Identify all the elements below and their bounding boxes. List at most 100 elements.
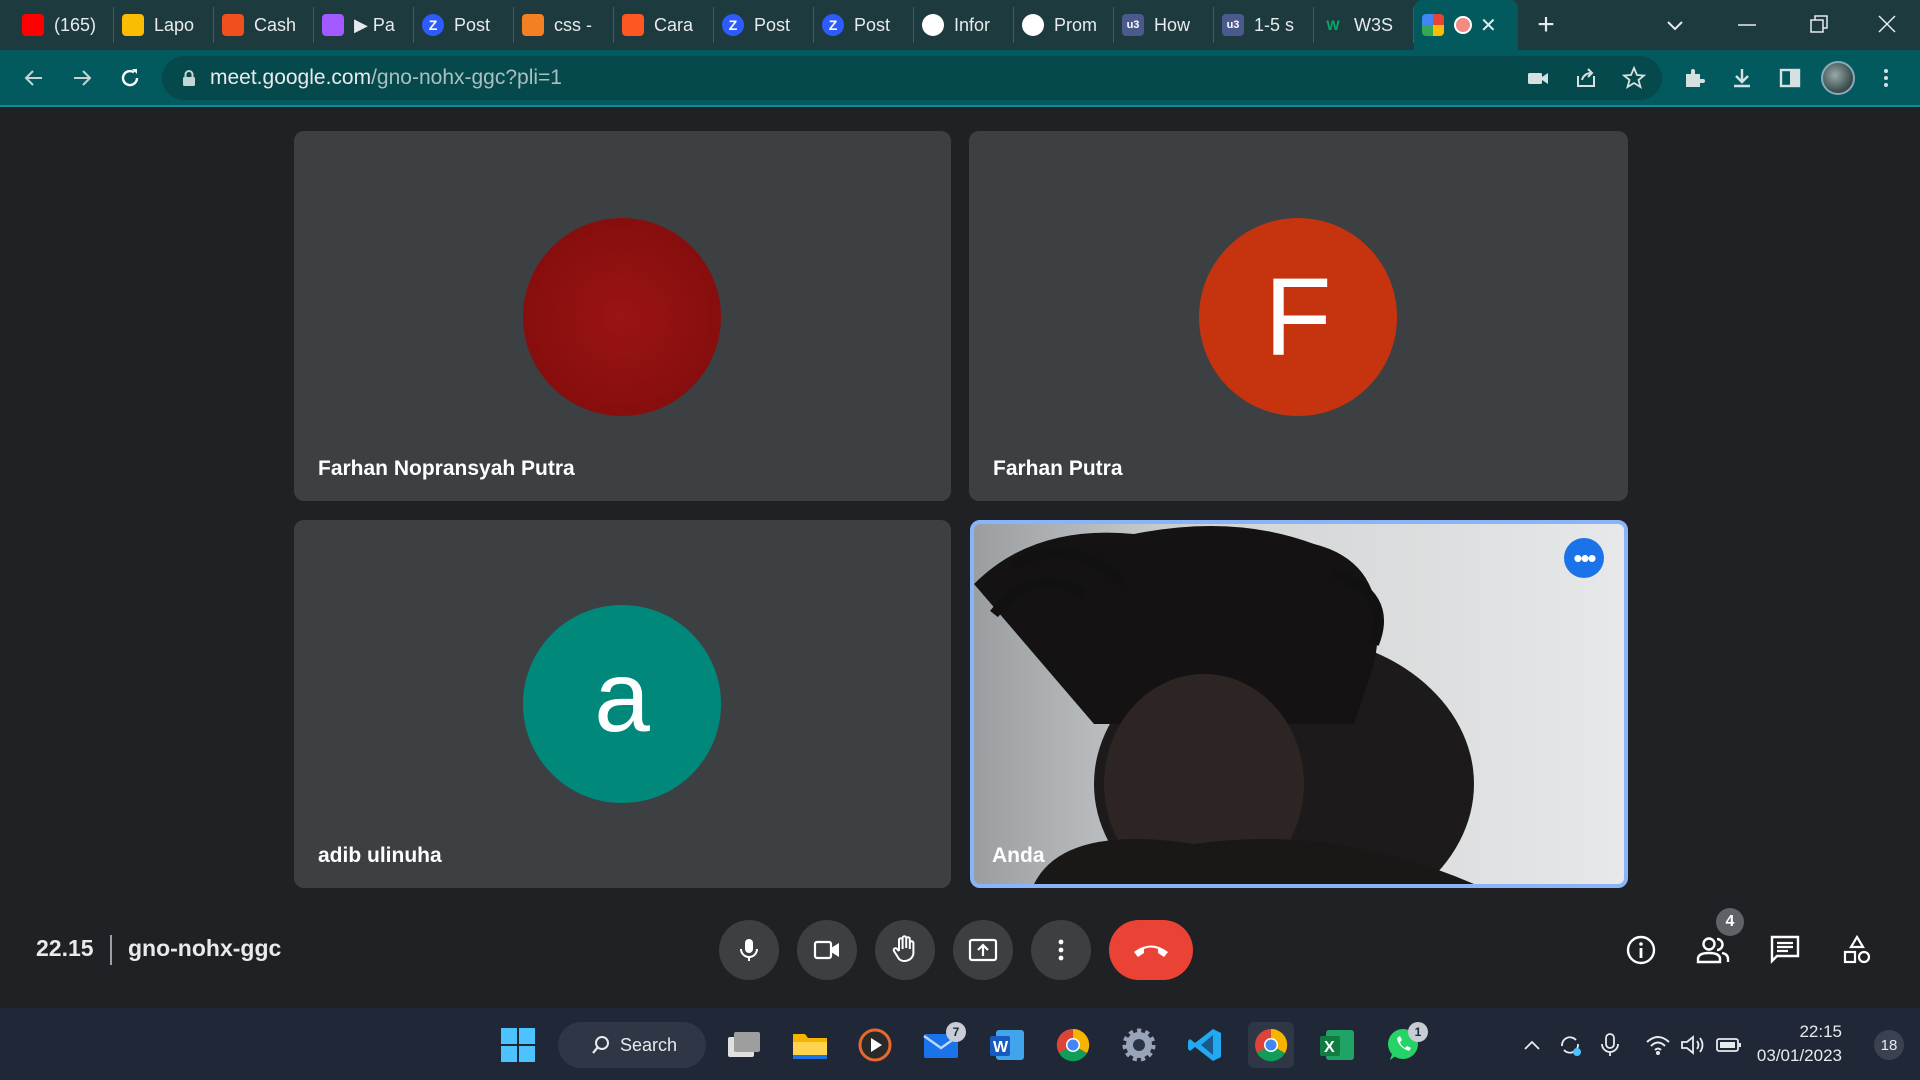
participant-name: Anda bbox=[992, 844, 1045, 867]
browser-tab[interactable]: Cara bbox=[614, 7, 714, 43]
chat-icon bbox=[1770, 935, 1800, 964]
chrome-icon[interactable] bbox=[1050, 1022, 1096, 1068]
back-button[interactable] bbox=[10, 54, 58, 102]
browser-tab[interactable]: W W3S bbox=[1314, 7, 1414, 43]
close-tab-icon[interactable]: ✕ bbox=[1480, 13, 1497, 38]
search-label: Search bbox=[620, 1034, 678, 1055]
restore-button[interactable] bbox=[1808, 0, 1832, 50]
tab-title: css - bbox=[554, 14, 592, 35]
stackoverflow-icon bbox=[522, 14, 544, 36]
windows-icon bbox=[501, 1028, 535, 1062]
wifi-icon[interactable] bbox=[1643, 1030, 1673, 1060]
profile-avatar[interactable] bbox=[1818, 58, 1858, 98]
browser-tab[interactable]: u3 1-5 s bbox=[1214, 7, 1314, 43]
forward-button[interactable] bbox=[58, 54, 106, 102]
file-explorer-icon[interactable] bbox=[787, 1022, 833, 1068]
word-icon[interactable]: W bbox=[984, 1022, 1030, 1068]
hang-up-icon bbox=[1134, 945, 1168, 957]
w3-icon: u3 bbox=[1222, 14, 1244, 36]
chrome-menu-icon[interactable] bbox=[1866, 58, 1906, 98]
extensions-icon[interactable] bbox=[1674, 58, 1714, 98]
activities-icon bbox=[1843, 934, 1871, 964]
browser-tab[interactable]: Infor bbox=[914, 7, 1014, 43]
tab-title: Prom bbox=[1054, 14, 1098, 35]
people-count-badge: 4 bbox=[1716, 908, 1744, 936]
figma-icon bbox=[322, 14, 344, 36]
participant-tile[interactable]: Farhan Nopransyah Putra bbox=[294, 131, 951, 501]
tab-title: (165) bbox=[54, 14, 97, 35]
battery-icon[interactable] bbox=[1714, 1030, 1744, 1060]
browser-tab[interactable]: css - bbox=[514, 7, 614, 43]
minimize-button[interactable] bbox=[1736, 0, 1760, 50]
people-icon bbox=[1696, 937, 1730, 964]
browser-tab[interactable]: Z Post bbox=[714, 7, 814, 43]
svg-text:W: W bbox=[993, 1039, 1009, 1056]
system-clock[interactable]: 22:15 03/01/2023 bbox=[1757, 1020, 1842, 1068]
browser-tab[interactable]: Cash bbox=[214, 7, 314, 43]
browser-tab[interactable]: Z Post bbox=[414, 7, 514, 43]
excel-icon[interactable]: X bbox=[1314, 1022, 1360, 1068]
present-screen-icon bbox=[968, 938, 998, 962]
address-bar[interactable]: meet.google.com/gno-nohx-ggc?pli=1 bbox=[162, 56, 1662, 100]
settings-icon[interactable] bbox=[1116, 1022, 1162, 1068]
tab-search-icon[interactable] bbox=[1664, 0, 1686, 50]
show-hidden-icons-icon[interactable] bbox=[1517, 1030, 1547, 1060]
participant-avatar bbox=[523, 218, 721, 416]
vscode-icon[interactable] bbox=[1182, 1022, 1228, 1068]
browser-tab[interactable]: (165) bbox=[14, 7, 114, 43]
participant-avatar: a bbox=[523, 605, 721, 803]
participant-tile[interactable]: F Farhan Putra bbox=[969, 131, 1628, 501]
tab-title: ▶ Pa bbox=[354, 14, 395, 35]
video-camera-icon bbox=[813, 940, 839, 960]
more-options-menu-button[interactable] bbox=[1031, 920, 1091, 980]
new-tab-button[interactable]: + bbox=[1526, 5, 1566, 45]
participant-avatar: F bbox=[1199, 218, 1397, 416]
close-window-button[interactable] bbox=[1876, 0, 1900, 50]
leave-call-button[interactable] bbox=[1109, 920, 1193, 980]
present-screen-button[interactable] bbox=[953, 920, 1013, 980]
browser-tab[interactable]: Prom bbox=[1014, 7, 1114, 43]
info-icon bbox=[1626, 935, 1656, 965]
youtube-icon bbox=[22, 14, 44, 36]
participant-name: Farhan Putra bbox=[993, 457, 1123, 480]
share-icon[interactable] bbox=[1566, 58, 1606, 98]
notification-count-badge[interactable]: 18 bbox=[1874, 1030, 1904, 1060]
bookmark-star-icon[interactable] bbox=[1614, 58, 1654, 98]
browser-tab[interactable]: Lapo bbox=[114, 7, 214, 43]
media-player-icon[interactable] bbox=[852, 1022, 898, 1068]
browser-toolbar: meet.google.com/gno-nohx-ggc?pli=1 bbox=[0, 50, 1920, 106]
back-arrow-icon bbox=[24, 70, 42, 86]
browser-tab[interactable]: Z Post bbox=[814, 7, 914, 43]
side-panel-icon[interactable] bbox=[1770, 58, 1810, 98]
microphone-tray-icon[interactable] bbox=[1595, 1030, 1625, 1060]
start-button[interactable] bbox=[495, 1022, 541, 1068]
camera-permission-icon[interactable] bbox=[1518, 58, 1558, 98]
sync-icon[interactable] bbox=[1555, 1030, 1585, 1060]
activities-button[interactable] bbox=[1827, 920, 1887, 980]
more-options-button[interactable]: ••• bbox=[1564, 538, 1604, 578]
chat-button[interactable] bbox=[1755, 920, 1815, 980]
download-icon[interactable] bbox=[1722, 58, 1762, 98]
taskbar-search[interactable]: Search bbox=[558, 1022, 706, 1068]
tab-title: W3S bbox=[1354, 14, 1394, 35]
participant-tile[interactable]: a adib ulinuha bbox=[294, 520, 951, 888]
camera-button[interactable] bbox=[797, 920, 857, 980]
self-view-tile[interactable]: ••• Anda bbox=[970, 520, 1628, 888]
browser-tab[interactable]: u3 How bbox=[1114, 7, 1214, 43]
svg-text:X: X bbox=[1324, 1039, 1335, 1056]
tab-title: 1-5 s bbox=[1254, 14, 1295, 35]
reload-button[interactable] bbox=[106, 54, 154, 102]
tab-google-meet-active[interactable]: ✕ bbox=[1414, 0, 1518, 50]
toolbar-divider bbox=[0, 105, 1920, 107]
browser-tab[interactable]: ▶ Pa bbox=[314, 7, 414, 43]
volume-icon[interactable] bbox=[1677, 1030, 1707, 1060]
microphone-button[interactable] bbox=[719, 920, 779, 980]
z-icon: Z bbox=[422, 14, 444, 36]
chrome-active-icon[interactable] bbox=[1248, 1022, 1294, 1068]
meeting-details-button[interactable] bbox=[1611, 920, 1671, 980]
raise-hand-button[interactable] bbox=[875, 920, 935, 980]
separator bbox=[110, 935, 112, 965]
whatsapp-badge: 1 bbox=[1408, 1022, 1428, 1042]
task-view-icon[interactable] bbox=[721, 1022, 767, 1068]
url-text: meet.google.com/gno-nohx-ggc?pli=1 bbox=[210, 66, 562, 89]
